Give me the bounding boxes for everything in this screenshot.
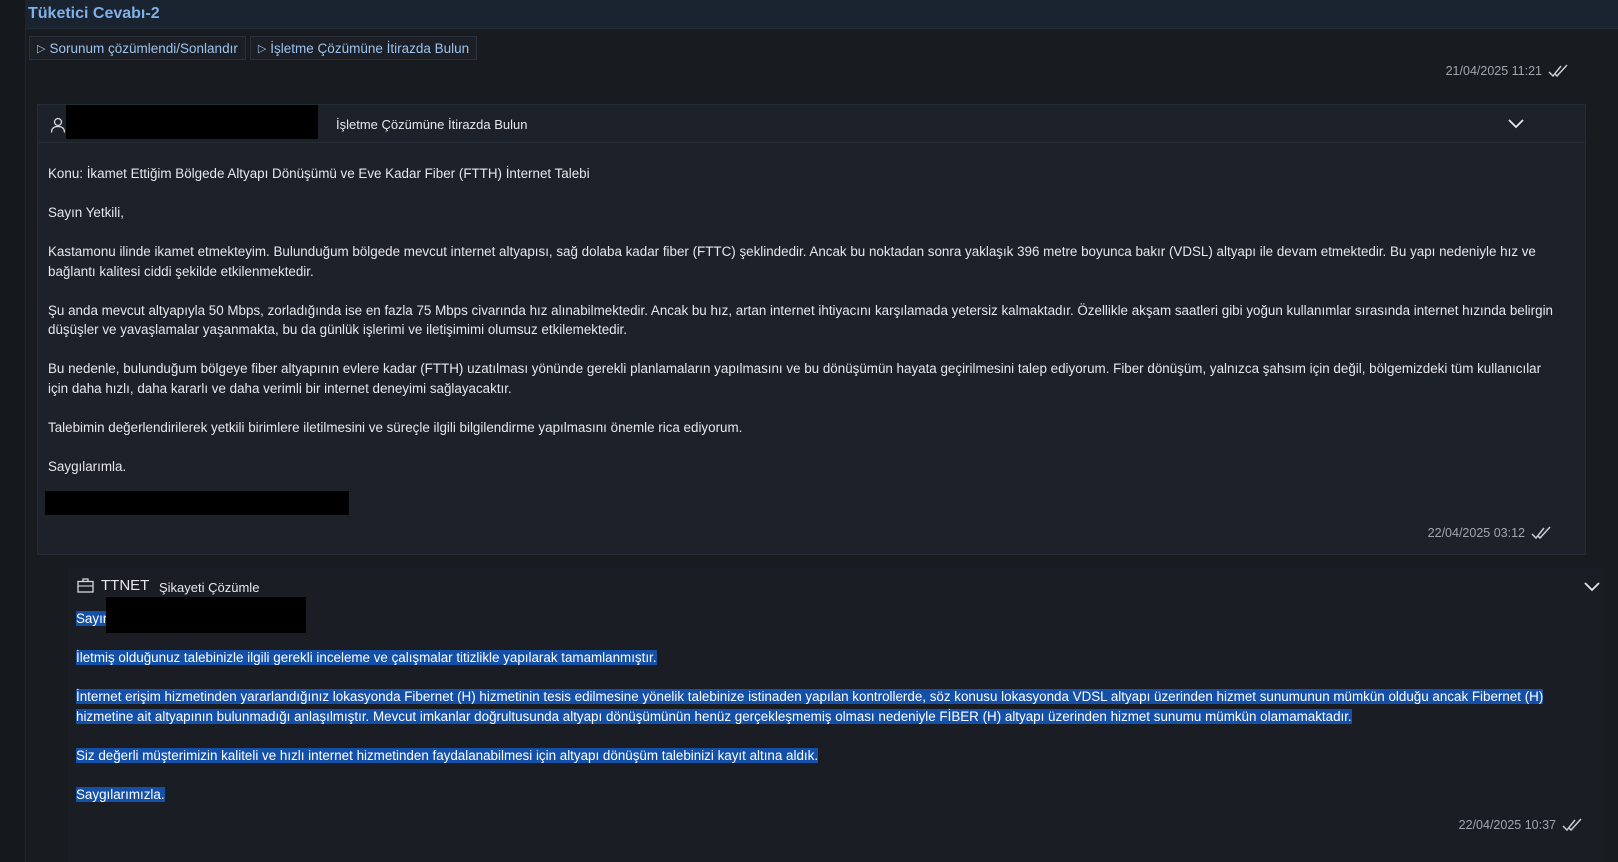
left-rail	[0, 0, 26, 862]
double-check-icon	[1548, 64, 1568, 78]
message-paragraph: Talebimin değerlendirilerek yetkili biri…	[48, 419, 743, 435]
redacted-sender-name	[66, 105, 318, 139]
timestamp: 22/04/2025 03:12	[1427, 526, 1525, 540]
reply-paragraph: İletmiş olduğunuz talebinizle ilgili ger…	[76, 650, 657, 665]
triangle-right-icon: ▷	[37, 42, 46, 55]
message-header: İşletme Çözümüne İtirazda Bulun	[38, 105, 1585, 143]
message-action-label: İşletme Çözümüne İtirazda Bulun	[336, 117, 528, 132]
consumer-message-card: İşletme Çözümüne İtirazda Bulun Konu: İk…	[37, 104, 1586, 555]
reply-paragraph: İnternet erişim hizmetinden yararlandığı…	[76, 689, 1544, 724]
user-icon	[50, 117, 66, 133]
top-timestamp-row: 21/04/2025 11:21	[1446, 64, 1570, 78]
company-name: TTNET	[101, 577, 150, 594]
resolve-close-label: Sorunum çözümlendi/Sonlandır	[49, 40, 238, 56]
message-timestamp-row: 22/04/2025 03:12	[1428, 526, 1553, 540]
chevron-down-icon[interactable]	[1584, 582, 1600, 592]
triangle-right-icon: ▷	[257, 42, 267, 55]
double-check-icon	[1562, 818, 1582, 832]
timestamp: 22/04/2025 10:37	[1458, 818, 1556, 832]
redacted-signature	[45, 491, 349, 515]
reply-timestamp-row: 22/04/2025 10:37	[1459, 818, 1584, 832]
object-to-solution-button[interactable]: ▷ İşletme Çözümüne İtirazda Bulun	[249, 36, 478, 60]
message-paragraph: Bu nedenle, bulunduğum bölgeye fiber alt…	[48, 361, 1542, 396]
section-title-bar: Tüketici Cevabı-2	[25, 0, 1618, 29]
timestamp: 21/04/2025 11:21	[1445, 64, 1542, 78]
chevron-down-icon[interactable]	[1508, 119, 1524, 129]
message-greeting: Sayın Yetkili,	[48, 205, 124, 220]
resolve-close-button[interactable]: ▷ Sorunum çözümlendi/Sonlandır	[29, 36, 246, 60]
double-check-icon	[1531, 526, 1551, 540]
section-title: Tüketici Cevabı-2	[28, 5, 160, 22]
message-body: Konu: İkamet Ettiğim Bölgede Altyapı Dön…	[48, 164, 1563, 476]
object-to-solution-label: İşletme Çözümüne İtirazda Bulun	[270, 40, 470, 56]
message-subject: Konu: İkamet Ettiğim Bölgede Altyapı Dön…	[48, 166, 590, 181]
reply-action-label: Şikayeti Çözümle	[159, 580, 260, 595]
company-reply-card: TTNET Şikayeti Çözümle Sayın İletmiş old…	[68, 568, 1602, 862]
reply-body: Sayın İletmiş olduğunuz talebinizle ilgi…	[76, 609, 1591, 804]
reply-closing: Saygılarımızla.	[76, 786, 165, 802]
message-closing: Saygılarımla.	[48, 458, 127, 474]
action-bar: ▷ Sorunum çözümlendi/Sonlandır ▷ İşletme…	[29, 36, 478, 60]
briefcase-icon	[77, 578, 94, 593]
reply-paragraph: Siz değerli müşterimizin kaliteli ve hız…	[76, 747, 819, 763]
redacted-customer-name	[106, 597, 306, 633]
message-paragraph: Şu anda mevcut altyapıyla 50 Mbps, zorla…	[48, 302, 1553, 338]
message-paragraph: Kastamonu ilinde ikamet etmekteyim. Bulu…	[48, 244, 1536, 279]
